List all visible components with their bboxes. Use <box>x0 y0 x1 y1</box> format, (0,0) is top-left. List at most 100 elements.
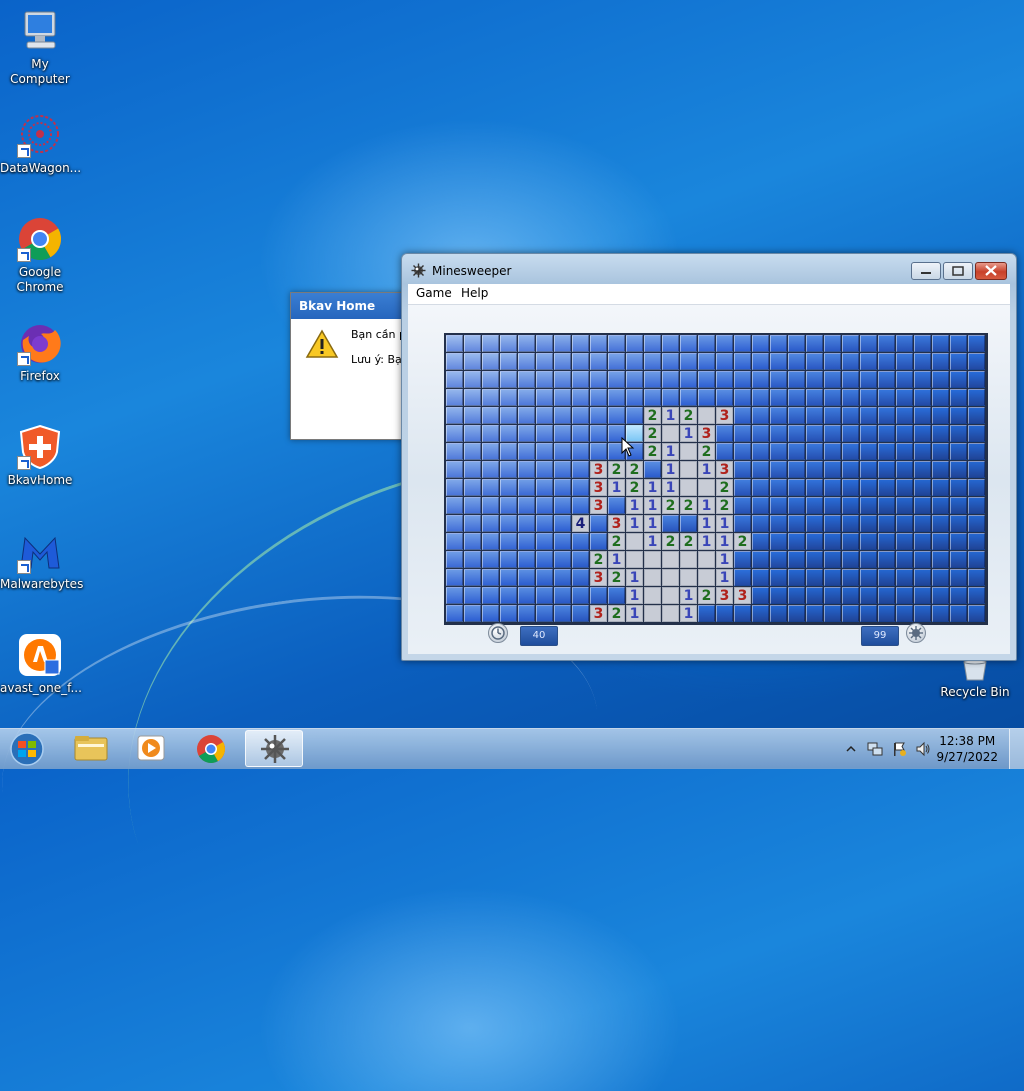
minefield-cell-hidden[interactable] <box>896 335 913 352</box>
show-hidden-icons-icon[interactable] <box>846 744 856 754</box>
minefield-cell-hidden[interactable] <box>518 425 535 442</box>
minefield-cell-hidden[interactable] <box>914 551 931 568</box>
minefield-cell-hidden[interactable] <box>500 497 517 514</box>
minefield-cell-hidden[interactable] <box>914 587 931 604</box>
minefield-cell-revealed[interactable] <box>626 533 643 550</box>
minefield-cell-hidden[interactable] <box>842 533 859 550</box>
minefield-cell-revealed[interactable]: 2 <box>590 551 607 568</box>
minefield-cell-revealed[interactable] <box>680 569 697 586</box>
minefield-cell-hidden[interactable] <box>950 335 967 352</box>
minefield-cell-hidden[interactable] <box>464 587 481 604</box>
minefield-cell-hidden[interactable] <box>626 353 643 370</box>
minefield-cell-hidden[interactable] <box>770 497 787 514</box>
minefield-cell-hidden[interactable] <box>518 389 535 406</box>
minefield-cell-hidden[interactable] <box>878 461 895 478</box>
minefield-cell-hidden[interactable] <box>860 533 877 550</box>
minefield-cell-hidden[interactable] <box>968 605 985 622</box>
minefield-cell-revealed[interactable]: 1 <box>698 461 715 478</box>
minefield-cell-hidden[interactable] <box>536 569 553 586</box>
minefield-cell-hidden[interactable] <box>680 389 697 406</box>
minefield-cell-revealed[interactable]: 1 <box>698 515 715 532</box>
minefield-cell-hidden[interactable] <box>446 479 463 496</box>
minefield-cell-hidden[interactable] <box>770 353 787 370</box>
minefield-cell-hidden[interactable] <box>860 443 877 460</box>
minefield-cell-hidden[interactable] <box>626 389 643 406</box>
minefield-cell-hidden[interactable] <box>824 461 841 478</box>
minefield-cell-hidden[interactable] <box>968 461 985 478</box>
minefield-cell-hidden[interactable] <box>446 497 463 514</box>
minefield-cell-hidden[interactable] <box>446 335 463 352</box>
minefield-cell-hidden[interactable] <box>572 371 589 388</box>
minefield-cell-hidden[interactable] <box>464 425 481 442</box>
minefield-cell-revealed[interactable]: 2 <box>680 533 697 550</box>
minefield-cell-hidden[interactable] <box>770 533 787 550</box>
minefield-cell-hidden[interactable] <box>482 353 499 370</box>
minefield-cell-hidden[interactable] <box>572 443 589 460</box>
desktop-icon-recycle-bin[interactable]: Recycle Bin <box>935 659 1015 700</box>
minefield-cell-revealed[interactable]: 1 <box>716 515 733 532</box>
minefield-cell-hidden[interactable] <box>590 533 607 550</box>
minefield-cell-revealed[interactable]: 1 <box>680 587 697 604</box>
minefield-cell-hidden[interactable] <box>500 569 517 586</box>
minefield-cell-revealed[interactable]: 3 <box>716 587 733 604</box>
minefield-cell-hidden[interactable] <box>752 533 769 550</box>
minefield-cell-hidden[interactable] <box>806 479 823 496</box>
minefield-cell-hidden[interactable] <box>896 515 913 532</box>
minefield-cell-hidden[interactable] <box>860 335 877 352</box>
minefield-cell-revealed[interactable] <box>680 479 697 496</box>
minefield-cell-hidden[interactable] <box>770 425 787 442</box>
minefield-cell-hidden[interactable] <box>554 533 571 550</box>
minefield-cell-hidden[interactable] <box>662 353 679 370</box>
minefield-cell-hidden[interactable] <box>950 551 967 568</box>
minefield-cell-hidden[interactable] <box>932 389 949 406</box>
minefield-cell-hidden[interactable] <box>788 479 805 496</box>
minefield-cell-hidden[interactable] <box>500 605 517 622</box>
minefield-cell-hidden[interactable] <box>914 515 931 532</box>
minefield-cell-hidden[interactable] <box>734 371 751 388</box>
minefield-cell-hidden[interactable] <box>950 443 967 460</box>
minefield-cell-hidden[interactable] <box>950 497 967 514</box>
minefield-cell-hidden[interactable] <box>788 551 805 568</box>
minefield-cell-hidden[interactable] <box>734 407 751 424</box>
minefield-cell-hidden[interactable] <box>482 389 499 406</box>
minefield-cell-hidden[interactable] <box>608 389 625 406</box>
minefield-cell-hidden[interactable] <box>860 425 877 442</box>
minefield-cell-hidden[interactable] <box>842 587 859 604</box>
minefield-cell-revealed[interactable]: 2 <box>626 461 643 478</box>
minimize-button[interactable] <box>911 262 941 280</box>
close-button[interactable] <box>975 262 1007 280</box>
minefield-cell-hidden[interactable] <box>572 407 589 424</box>
minefield-cell-hidden[interactable] <box>518 515 535 532</box>
minefield-cell-hidden[interactable] <box>716 443 733 460</box>
minefield-cell-hidden[interactable] <box>788 425 805 442</box>
minefield-cell-hidden[interactable] <box>464 407 481 424</box>
minefield-cell-hidden[interactable] <box>446 353 463 370</box>
minefield-cell-hidden[interactable] <box>806 389 823 406</box>
desktop-icon-avast[interactable]: avast_one_f... <box>0 632 82 696</box>
minefield-cell-hidden[interactable] <box>806 515 823 532</box>
minefield-cell-hidden[interactable] <box>878 515 895 532</box>
minefield-cell-revealed[interactable]: 1 <box>680 605 697 622</box>
minefield-cell-hidden[interactable] <box>806 551 823 568</box>
menu-game[interactable]: Game <box>416 286 452 300</box>
minefield-cell-hidden[interactable] <box>554 551 571 568</box>
minefield-cell-hidden[interactable] <box>698 335 715 352</box>
minefield-cell-hidden[interactable] <box>464 569 481 586</box>
minefield-cell-hidden[interactable] <box>446 461 463 478</box>
taskbar-minesweeper[interactable] <box>245 730 303 767</box>
minefield-cell-revealed[interactable]: 1 <box>698 497 715 514</box>
show-desktop-button[interactable] <box>1009 729 1024 769</box>
minefield-cell-hidden[interactable] <box>446 443 463 460</box>
minefield-cell-hidden[interactable] <box>446 569 463 586</box>
minefield-cell-hidden[interactable] <box>896 605 913 622</box>
taskbar-media-player[interactable] <box>122 730 180 767</box>
minefield-cell-hidden[interactable] <box>518 407 535 424</box>
minefield-cell-hidden[interactable] <box>572 425 589 442</box>
minefield-cell-hidden[interactable] <box>482 371 499 388</box>
minefield-cell-hidden[interactable] <box>860 371 877 388</box>
minefield-cell-hidden[interactable] <box>752 497 769 514</box>
minefield-cell-hidden[interactable] <box>860 479 877 496</box>
minefield-cell-hidden[interactable] <box>482 335 499 352</box>
minefield-cell-hidden[interactable] <box>968 587 985 604</box>
minefield-cell-hidden[interactable] <box>824 425 841 442</box>
